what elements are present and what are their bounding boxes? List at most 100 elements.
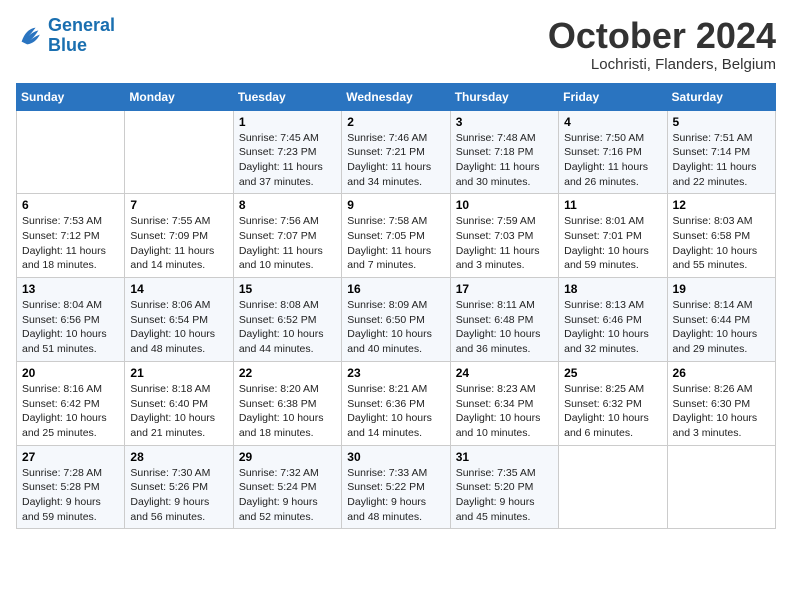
- calendar-cell: 7 Sunrise: 7:55 AM Sunset: 7:09 PM Daylig…: [125, 194, 233, 278]
- cell-content: Sunrise: 8:13 AM Sunset: 6:46 PM Dayligh…: [564, 298, 661, 357]
- calendar-cell: 8 Sunrise: 7:56 AM Sunset: 7:07 PM Daylig…: [233, 194, 341, 278]
- month-title: October 2024: [548, 16, 776, 56]
- day-number: 22: [239, 366, 336, 380]
- calendar-cell: 29 Sunrise: 7:32 AM Sunset: 5:24 PM Dayli…: [233, 445, 341, 529]
- cell-content: Sunrise: 8:08 AM Sunset: 6:52 PM Dayligh…: [239, 298, 336, 357]
- calendar-cell: 28 Sunrise: 7:30 AM Sunset: 5:26 PM Dayli…: [125, 445, 233, 529]
- day-number: 6: [22, 198, 119, 212]
- calendar-week-row: 20Sunrise: 8:16 AM Sunset: 6:42 PM Dayli…: [17, 361, 776, 445]
- cell-content: Sunrise: 8:09 AM Sunset: 6:50 PM Dayligh…: [347, 298, 444, 357]
- cell-content: Sunrise: 7:46 AM Sunset: 7:21 PM Dayligh…: [347, 131, 444, 190]
- page-header: General Blue October 2024 Lochristi, Fla…: [16, 16, 776, 73]
- calendar-cell: 1Sunrise: 7:45 AM Sunset: 7:23 PM Daylig…: [233, 110, 341, 194]
- day-of-week-header: Tuesday: [233, 83, 341, 110]
- day-of-week-header: Thursday: [450, 83, 558, 110]
- day-number: 12: [673, 198, 770, 212]
- cell-content: Sunrise: 7:35 AM Sunset: 5:20 PM Dayligh…: [456, 466, 553, 525]
- day-number: 19: [673, 282, 770, 296]
- location: Lochristi, Flanders, Belgium: [548, 56, 776, 73]
- day-number: 31: [456, 450, 553, 464]
- calendar-week-row: 27Sunrise: 7:28 AM Sunset: 5:28 PM Dayli…: [17, 445, 776, 529]
- cell-content: Sunrise: 8:18 AM Sunset: 6:40 PM Dayligh…: [130, 382, 227, 441]
- calendar-cell: 22 Sunrise: 8:20 AM Sunset: 6:38 PM Dayli…: [233, 361, 341, 445]
- calendar-cell: 23 Sunrise: 8:21 AM Sunset: 6:36 PM Dayli…: [342, 361, 450, 445]
- cell-content: Sunrise: 7:48 AM Sunset: 7:18 PM Dayligh…: [456, 131, 553, 190]
- calendar-header-row: SundayMondayTuesdayWednesdayThursdayFrid…: [17, 83, 776, 110]
- calendar-cell: 30 Sunrise: 7:33 AM Sunset: 5:22 PM Dayli…: [342, 445, 450, 529]
- logo-bird-icon: [16, 22, 44, 50]
- logo: General Blue: [16, 16, 115, 56]
- day-number: 23: [347, 366, 444, 380]
- calendar-cell: 12 Sunrise: 8:03 AM Sunset: 6:58 PM Dayli…: [667, 194, 775, 278]
- day-number: 2: [347, 115, 444, 129]
- cell-content: Sunrise: 7:55 AM Sunset: 7:09 PM Dayligh…: [130, 214, 227, 273]
- day-number: 28: [130, 450, 227, 464]
- calendar-cell: 4 Sunrise: 7:50 AM Sunset: 7:16 PM Daylig…: [559, 110, 667, 194]
- day-of-week-header: Sunday: [17, 83, 125, 110]
- day-number: 7: [130, 198, 227, 212]
- calendar-cell: 27Sunrise: 7:28 AM Sunset: 5:28 PM Dayli…: [17, 445, 125, 529]
- day-number: 21: [130, 366, 227, 380]
- calendar-cell: 3Sunrise: 7:48 AM Sunset: 7:18 PM Daylig…: [450, 110, 558, 194]
- cell-content: Sunrise: 8:06 AM Sunset: 6:54 PM Dayligh…: [130, 298, 227, 357]
- cell-content: Sunrise: 7:32 AM Sunset: 5:24 PM Dayligh…: [239, 466, 336, 525]
- day-number: 5: [673, 115, 770, 129]
- cell-content: Sunrise: 8:03 AM Sunset: 6:58 PM Dayligh…: [673, 214, 770, 273]
- day-number: 18: [564, 282, 661, 296]
- day-of-week-header: Saturday: [667, 83, 775, 110]
- day-number: 16: [347, 282, 444, 296]
- cell-content: Sunrise: 7:58 AM Sunset: 7:05 PM Dayligh…: [347, 214, 444, 273]
- cell-content: Sunrise: 8:21 AM Sunset: 6:36 PM Dayligh…: [347, 382, 444, 441]
- calendar-cell: 6 Sunrise: 7:53 AM Sunset: 7:12 PM Daylig…: [17, 194, 125, 278]
- day-number: 8: [239, 198, 336, 212]
- cell-content: Sunrise: 7:30 AM Sunset: 5:26 PM Dayligh…: [130, 466, 227, 525]
- calendar-cell: 2 Sunrise: 7:46 AM Sunset: 7:21 PM Daylig…: [342, 110, 450, 194]
- cell-content: Sunrise: 7:53 AM Sunset: 7:12 PM Dayligh…: [22, 214, 119, 273]
- cell-content: Sunrise: 7:33 AM Sunset: 5:22 PM Dayligh…: [347, 466, 444, 525]
- calendar-cell: 14 Sunrise: 8:06 AM Sunset: 6:54 PM Dayli…: [125, 278, 233, 362]
- calendar-cell: 10Sunrise: 7:59 AM Sunset: 7:03 PM Dayli…: [450, 194, 558, 278]
- calendar-cell: 24Sunrise: 8:23 AM Sunset: 6:34 PM Dayli…: [450, 361, 558, 445]
- cell-content: Sunrise: 7:50 AM Sunset: 7:16 PM Dayligh…: [564, 131, 661, 190]
- day-number: 10: [456, 198, 553, 212]
- day-number: 26: [673, 366, 770, 380]
- cell-content: Sunrise: 8:04 AM Sunset: 6:56 PM Dayligh…: [22, 298, 119, 357]
- calendar-cell: 19Sunrise: 8:14 AM Sunset: 6:44 PM Dayli…: [667, 278, 775, 362]
- calendar-cell: 13 Sunrise: 8:04 AM Sunset: 6:56 PM Dayli…: [17, 278, 125, 362]
- day-number: 27: [22, 450, 119, 464]
- calendar-cell: 18 Sunrise: 8:13 AM Sunset: 6:46 PM Dayli…: [559, 278, 667, 362]
- calendar-cell: [667, 445, 775, 529]
- day-number: 29: [239, 450, 336, 464]
- cell-content: Sunrise: 7:56 AM Sunset: 7:07 PM Dayligh…: [239, 214, 336, 273]
- day-of-week-header: Monday: [125, 83, 233, 110]
- calendar-week-row: 13 Sunrise: 8:04 AM Sunset: 6:56 PM Dayli…: [17, 278, 776, 362]
- day-number: 1: [239, 115, 336, 129]
- day-number: 25: [564, 366, 661, 380]
- day-number: 30: [347, 450, 444, 464]
- calendar-week-row: 6 Sunrise: 7:53 AM Sunset: 7:12 PM Daylig…: [17, 194, 776, 278]
- day-number: 4: [564, 115, 661, 129]
- calendar-table: SundayMondayTuesdayWednesdayThursdayFrid…: [16, 83, 776, 530]
- day-number: 9: [347, 198, 444, 212]
- day-number: 14: [130, 282, 227, 296]
- cell-content: Sunrise: 8:23 AM Sunset: 6:34 PM Dayligh…: [456, 382, 553, 441]
- day-number: 17: [456, 282, 553, 296]
- day-number: 13: [22, 282, 119, 296]
- cell-content: Sunrise: 8:20 AM Sunset: 6:38 PM Dayligh…: [239, 382, 336, 441]
- calendar-week-row: 1Sunrise: 7:45 AM Sunset: 7:23 PM Daylig…: [17, 110, 776, 194]
- calendar-cell: 9 Sunrise: 7:58 AM Sunset: 7:05 PM Daylig…: [342, 194, 450, 278]
- day-number: 20: [22, 366, 119, 380]
- calendar-cell: 25 Sunrise: 8:25 AM Sunset: 6:32 PM Dayli…: [559, 361, 667, 445]
- calendar-cell: 5 Sunrise: 7:51 AM Sunset: 7:14 PM Daylig…: [667, 110, 775, 194]
- calendar-cell: 15Sunrise: 8:08 AM Sunset: 6:52 PM Dayli…: [233, 278, 341, 362]
- calendar-cell: 31 Sunrise: 7:35 AM Sunset: 5:20 PM Dayli…: [450, 445, 558, 529]
- cell-content: Sunrise: 8:25 AM Sunset: 6:32 PM Dayligh…: [564, 382, 661, 441]
- calendar-cell: 11Sunrise: 8:01 AM Sunset: 7:01 PM Dayli…: [559, 194, 667, 278]
- calendar-cell: [17, 110, 125, 194]
- calendar-cell: 21 Sunrise: 8:18 AM Sunset: 6:40 PM Dayli…: [125, 361, 233, 445]
- calendar-cell: [125, 110, 233, 194]
- day-of-week-header: Wednesday: [342, 83, 450, 110]
- day-number: 11: [564, 198, 661, 212]
- calendar-cell: 26Sunrise: 8:26 AM Sunset: 6:30 PM Dayli…: [667, 361, 775, 445]
- cell-content: Sunrise: 7:51 AM Sunset: 7:14 PM Dayligh…: [673, 131, 770, 190]
